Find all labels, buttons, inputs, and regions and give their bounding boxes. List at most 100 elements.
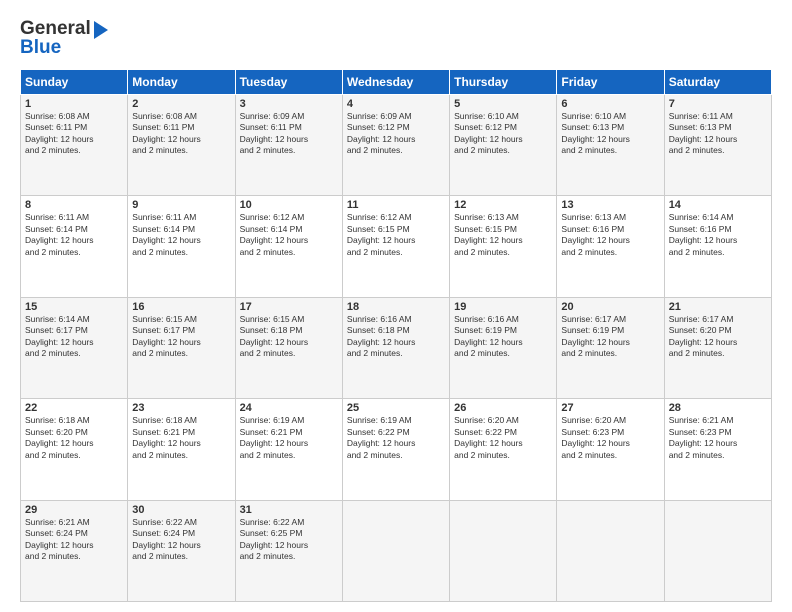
header-day-wednesday: Wednesday: [342, 70, 449, 95]
day-info: Sunrise: 6:13 AM Sunset: 6:16 PM Dayligh…: [561, 212, 659, 258]
day-cell: 3Sunrise: 6:09 AM Sunset: 6:11 PM Daylig…: [235, 95, 342, 196]
day-cell: 4Sunrise: 6:09 AM Sunset: 6:12 PM Daylig…: [342, 95, 449, 196]
day-info: Sunrise: 6:18 AM Sunset: 6:21 PM Dayligh…: [132, 415, 230, 461]
day-number: 1: [25, 98, 123, 110]
day-cell: 22Sunrise: 6:18 AM Sunset: 6:20 PM Dayli…: [21, 399, 128, 500]
header-day-thursday: Thursday: [450, 70, 557, 95]
header-day-friday: Friday: [557, 70, 664, 95]
day-cell: 7Sunrise: 6:11 AM Sunset: 6:13 PM Daylig…: [664, 95, 771, 196]
day-info: Sunrise: 6:18 AM Sunset: 6:20 PM Dayligh…: [25, 415, 123, 461]
day-number: 6: [561, 98, 659, 110]
day-info: Sunrise: 6:12 AM Sunset: 6:15 PM Dayligh…: [347, 212, 445, 258]
day-cell: 27Sunrise: 6:20 AM Sunset: 6:23 PM Dayli…: [557, 399, 664, 500]
day-cell: 26Sunrise: 6:20 AM Sunset: 6:22 PM Dayli…: [450, 399, 557, 500]
day-number: 23: [132, 402, 230, 414]
day-info: Sunrise: 6:22 AM Sunset: 6:25 PM Dayligh…: [240, 517, 338, 563]
day-number: 25: [347, 402, 445, 414]
day-info: Sunrise: 6:09 AM Sunset: 6:11 PM Dayligh…: [240, 111, 338, 157]
day-cell: 23Sunrise: 6:18 AM Sunset: 6:21 PM Dayli…: [128, 399, 235, 500]
day-number: 22: [25, 402, 123, 414]
day-cell: [664, 500, 771, 601]
day-info: Sunrise: 6:11 AM Sunset: 6:14 PM Dayligh…: [25, 212, 123, 258]
logo-blue: Blue: [20, 37, 61, 59]
day-number: 24: [240, 402, 338, 414]
day-number: 2: [132, 98, 230, 110]
day-cell: 15Sunrise: 6:14 AM Sunset: 6:17 PM Dayli…: [21, 297, 128, 398]
day-number: 27: [561, 402, 659, 414]
day-info: Sunrise: 6:11 AM Sunset: 6:13 PM Dayligh…: [669, 111, 767, 157]
day-cell: 21Sunrise: 6:17 AM Sunset: 6:20 PM Dayli…: [664, 297, 771, 398]
day-info: Sunrise: 6:09 AM Sunset: 6:12 PM Dayligh…: [347, 111, 445, 157]
day-info: Sunrise: 6:12 AM Sunset: 6:14 PM Dayligh…: [240, 212, 338, 258]
day-cell: 25Sunrise: 6:19 AM Sunset: 6:22 PM Dayli…: [342, 399, 449, 500]
day-cell: 28Sunrise: 6:21 AM Sunset: 6:23 PM Dayli…: [664, 399, 771, 500]
day-number: 7: [669, 98, 767, 110]
week-row-2: 8Sunrise: 6:11 AM Sunset: 6:14 PM Daylig…: [21, 196, 772, 297]
day-info: Sunrise: 6:20 AM Sunset: 6:22 PM Dayligh…: [454, 415, 552, 461]
header-day-saturday: Saturday: [664, 70, 771, 95]
day-info: Sunrise: 6:10 AM Sunset: 6:13 PM Dayligh…: [561, 111, 659, 157]
day-number: 21: [669, 301, 767, 313]
day-cell: 18Sunrise: 6:16 AM Sunset: 6:18 PM Dayli…: [342, 297, 449, 398]
day-cell: 10Sunrise: 6:12 AM Sunset: 6:14 PM Dayli…: [235, 196, 342, 297]
day-cell: 8Sunrise: 6:11 AM Sunset: 6:14 PM Daylig…: [21, 196, 128, 297]
day-number: 16: [132, 301, 230, 313]
logo: General Blue: [20, 18, 108, 59]
day-cell: 20Sunrise: 6:17 AM Sunset: 6:19 PM Dayli…: [557, 297, 664, 398]
day-number: 11: [347, 199, 445, 211]
day-number: 15: [25, 301, 123, 313]
day-info: Sunrise: 6:17 AM Sunset: 6:19 PM Dayligh…: [561, 314, 659, 360]
header-day-sunday: Sunday: [21, 70, 128, 95]
day-cell: 6Sunrise: 6:10 AM Sunset: 6:13 PM Daylig…: [557, 95, 664, 196]
header-day-tuesday: Tuesday: [235, 70, 342, 95]
day-info: Sunrise: 6:20 AM Sunset: 6:23 PM Dayligh…: [561, 415, 659, 461]
day-info: Sunrise: 6:21 AM Sunset: 6:24 PM Dayligh…: [25, 517, 123, 563]
day-number: 26: [454, 402, 552, 414]
day-number: 10: [240, 199, 338, 211]
day-info: Sunrise: 6:13 AM Sunset: 6:15 PM Dayligh…: [454, 212, 552, 258]
day-number: 8: [25, 199, 123, 211]
logo-triangle-icon: [94, 21, 108, 39]
day-cell: 16Sunrise: 6:15 AM Sunset: 6:17 PM Dayli…: [128, 297, 235, 398]
day-info: Sunrise: 6:10 AM Sunset: 6:12 PM Dayligh…: [454, 111, 552, 157]
day-cell: 17Sunrise: 6:15 AM Sunset: 6:18 PM Dayli…: [235, 297, 342, 398]
day-number: 20: [561, 301, 659, 313]
day-info: Sunrise: 6:15 AM Sunset: 6:17 PM Dayligh…: [132, 314, 230, 360]
day-number: 13: [561, 199, 659, 211]
day-cell: 13Sunrise: 6:13 AM Sunset: 6:16 PM Dayli…: [557, 196, 664, 297]
day-cell: 14Sunrise: 6:14 AM Sunset: 6:16 PM Dayli…: [664, 196, 771, 297]
day-number: 9: [132, 199, 230, 211]
day-info: Sunrise: 6:21 AM Sunset: 6:23 PM Dayligh…: [669, 415, 767, 461]
day-info: Sunrise: 6:14 AM Sunset: 6:17 PM Dayligh…: [25, 314, 123, 360]
day-cell: [450, 500, 557, 601]
day-info: Sunrise: 6:16 AM Sunset: 6:19 PM Dayligh…: [454, 314, 552, 360]
day-info: Sunrise: 6:16 AM Sunset: 6:18 PM Dayligh…: [347, 314, 445, 360]
week-row-5: 29Sunrise: 6:21 AM Sunset: 6:24 PM Dayli…: [21, 500, 772, 601]
day-info: Sunrise: 6:15 AM Sunset: 6:18 PM Dayligh…: [240, 314, 338, 360]
day-cell: [557, 500, 664, 601]
header-day-monday: Monday: [128, 70, 235, 95]
day-info: Sunrise: 6:22 AM Sunset: 6:24 PM Dayligh…: [132, 517, 230, 563]
day-number: 5: [454, 98, 552, 110]
day-cell: 12Sunrise: 6:13 AM Sunset: 6:15 PM Dayli…: [450, 196, 557, 297]
day-cell: 29Sunrise: 6:21 AM Sunset: 6:24 PM Dayli…: [21, 500, 128, 601]
day-cell: 1Sunrise: 6:08 AM Sunset: 6:11 PM Daylig…: [21, 95, 128, 196]
day-info: Sunrise: 6:08 AM Sunset: 6:11 PM Dayligh…: [132, 111, 230, 157]
header: General Blue: [20, 18, 772, 59]
day-cell: 11Sunrise: 6:12 AM Sunset: 6:15 PM Dayli…: [342, 196, 449, 297]
calendar-table: SundayMondayTuesdayWednesdayThursdayFrid…: [20, 69, 772, 602]
day-info: Sunrise: 6:17 AM Sunset: 6:20 PM Dayligh…: [669, 314, 767, 360]
day-info: Sunrise: 6:11 AM Sunset: 6:14 PM Dayligh…: [132, 212, 230, 258]
day-number: 19: [454, 301, 552, 313]
day-cell: 9Sunrise: 6:11 AM Sunset: 6:14 PM Daylig…: [128, 196, 235, 297]
day-number: 4: [347, 98, 445, 110]
day-number: 28: [669, 402, 767, 414]
day-number: 29: [25, 504, 123, 516]
day-cell: 31Sunrise: 6:22 AM Sunset: 6:25 PM Dayli…: [235, 500, 342, 601]
calendar-body: 1 Sunrise: 6:08 AM Sunset: 6:11 PM Daylig…: [21, 95, 772, 602]
page: General Blue SundayMondayTuesdayWednesda…: [0, 0, 792, 612]
header-row: SundayMondayTuesdayWednesdayThursdayFrid…: [21, 70, 772, 95]
day-cell: 24Sunrise: 6:19 AM Sunset: 6:21 PM Dayli…: [235, 399, 342, 500]
day-cell: 2Sunrise: 6:08 AM Sunset: 6:11 PM Daylig…: [128, 95, 235, 196]
day-number: 12: [454, 199, 552, 211]
